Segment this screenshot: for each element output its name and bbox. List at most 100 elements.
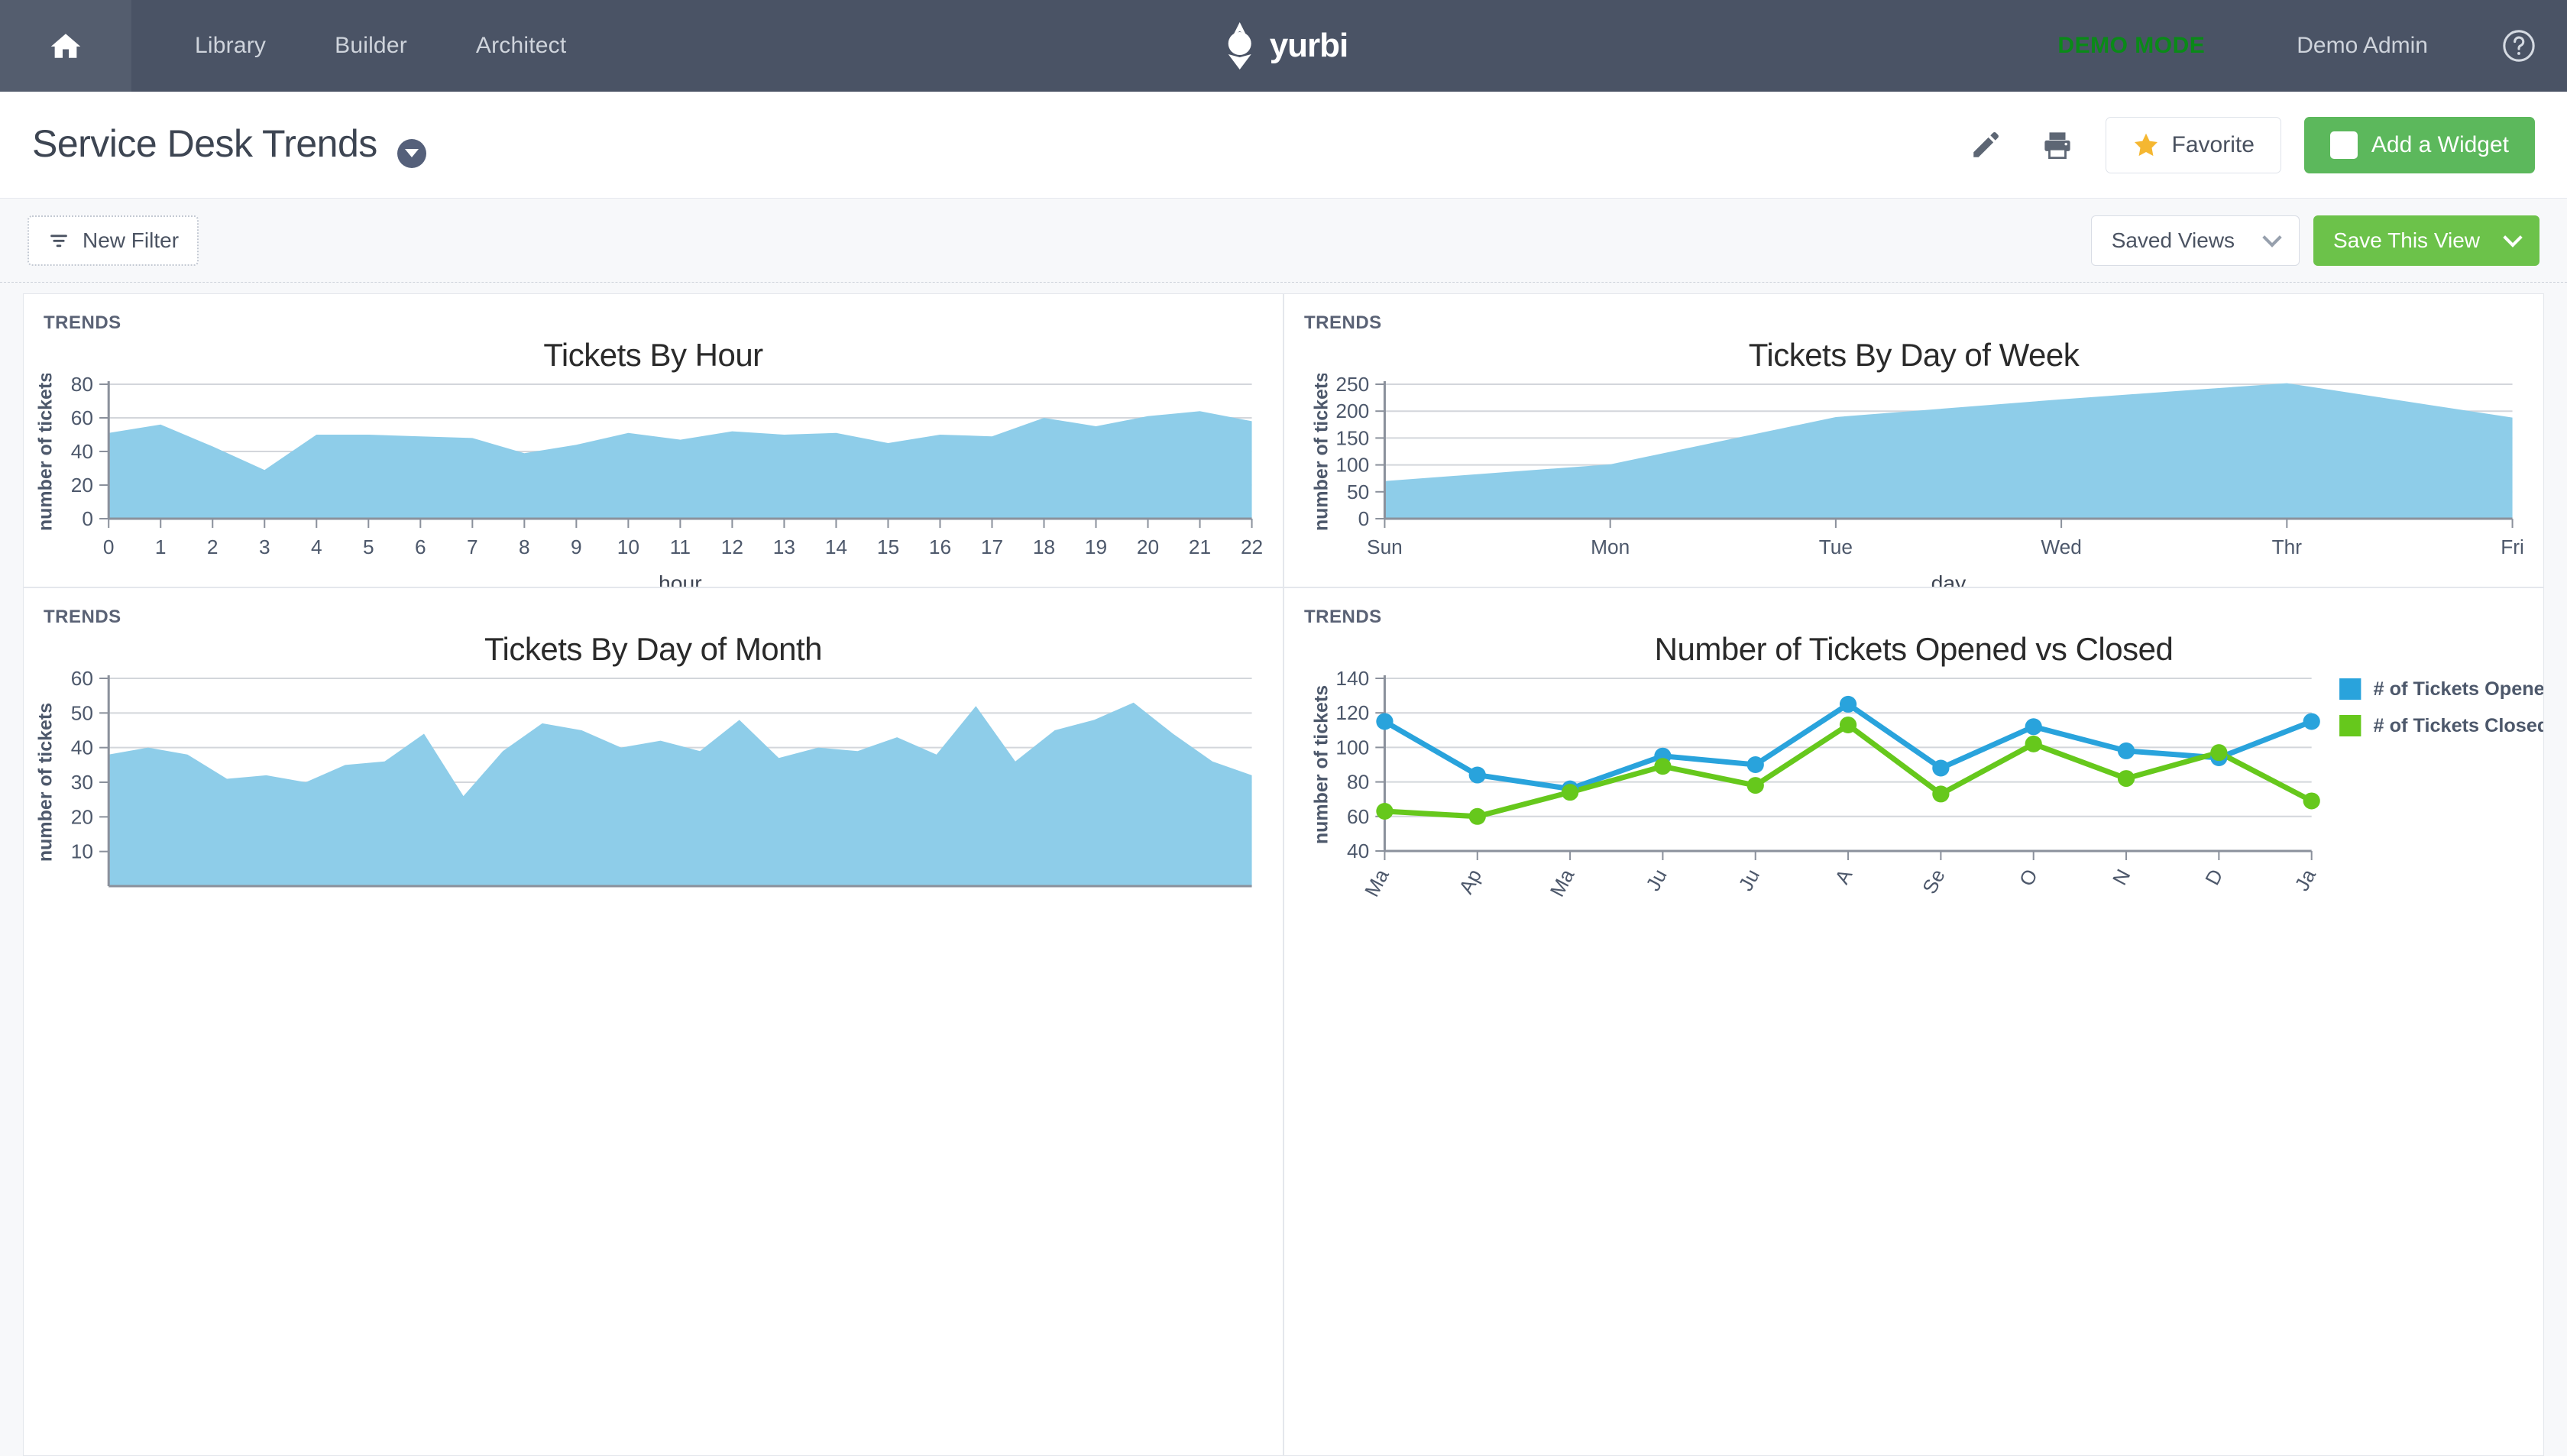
widget-card-tickets-by-hour[interactable]: TRENDS Tickets By Hour 02040608001234567… xyxy=(23,293,1284,587)
svg-text:120: 120 xyxy=(1335,701,1369,724)
filter-icon xyxy=(47,231,70,251)
svg-text:Mon: Mon xyxy=(1591,535,1630,558)
svg-text:Tue: Tue xyxy=(1819,535,1853,558)
print-button[interactable] xyxy=(2022,129,2093,161)
svg-text:80: 80 xyxy=(71,374,93,396)
filter-bar: New Filter Saved Views Save This View xyxy=(0,199,2567,283)
nav-link-builder[interactable]: Builder xyxy=(300,33,442,59)
svg-text:80: 80 xyxy=(1347,771,1369,794)
nav-link-architect[interactable]: Architect xyxy=(442,33,601,59)
chart-tickets-by-day-of-month[interactable]: 102030405060number of tickets xyxy=(24,668,1283,897)
chevron-down-icon xyxy=(2262,228,2281,247)
svg-text:150: 150 xyxy=(1335,427,1369,450)
svg-text:50: 50 xyxy=(71,701,93,724)
svg-text:40: 40 xyxy=(71,440,93,463)
svg-text:Ja: Ja xyxy=(2290,865,2320,895)
save-this-view-button[interactable]: Save This View xyxy=(2313,215,2539,266)
saved-views-dropdown[interactable]: Saved Views xyxy=(2091,215,2300,266)
nav-link-library[interactable]: Library xyxy=(160,33,300,59)
page-actions: Favorite + Add a Widget xyxy=(1950,117,2535,173)
svg-text:40: 40 xyxy=(1347,840,1369,862)
plus-icon: + xyxy=(2330,131,2358,159)
svg-text:200: 200 xyxy=(1335,400,1369,422)
svg-text:100: 100 xyxy=(1335,736,1369,759)
chevron-down-icon xyxy=(2503,228,2522,247)
svg-text:N: N xyxy=(2108,866,2135,889)
add-widget-button[interactable]: + Add a Widget xyxy=(2304,117,2535,173)
svg-text:Sun: Sun xyxy=(1367,535,1403,558)
chart-tickets-opened-vs-closed[interactable]: 406080100120140MaApMaJuJuASeONDJanumber … xyxy=(1284,668,2543,897)
demo-mode-badge: DEMO MODE xyxy=(2012,33,2251,59)
svg-text:number of tickets: number of tickets xyxy=(1310,685,1332,844)
view-controls: Saved Views Save This View xyxy=(2091,215,2539,266)
svg-text:60: 60 xyxy=(71,406,93,429)
svg-text:0: 0 xyxy=(82,507,93,530)
svg-text:250: 250 xyxy=(1335,374,1369,396)
widget-category-label: TRENDS xyxy=(44,312,121,334)
page-title: Service Desk Trends xyxy=(32,122,377,165)
widget-card-tickets-by-day-of-week[interactable]: TRENDS Tickets By Day of Week 0501001502… xyxy=(1284,293,2544,587)
svg-text:3: 3 xyxy=(259,535,270,558)
help-circle-icon[interactable] xyxy=(2501,28,2536,63)
svg-text:1: 1 xyxy=(155,535,167,558)
user-menu[interactable]: Demo Admin xyxy=(2251,33,2474,59)
svg-text:10: 10 xyxy=(617,535,639,558)
svg-text:30: 30 xyxy=(71,771,93,794)
svg-text:Ma: Ma xyxy=(1546,865,1579,897)
svg-text:13: 13 xyxy=(773,535,795,558)
svg-text:2: 2 xyxy=(207,535,219,558)
page-title-dropdown-icon[interactable] xyxy=(397,139,426,168)
svg-text:20: 20 xyxy=(1137,535,1159,558)
chart-title: Number of Tickets Opened vs Closed xyxy=(1284,588,2543,668)
nav-links: Library Builder Architect xyxy=(131,0,600,92)
nav-right-group: DEMO MODE Demo Admin xyxy=(2012,0,2567,92)
widget-category-label: TRENDS xyxy=(44,607,121,628)
svg-text:# of Tickets Closed: # of Tickets Closed xyxy=(2374,715,2543,736)
svg-text:Ap: Ap xyxy=(1454,866,1486,897)
svg-text:9: 9 xyxy=(571,535,582,558)
svg-text:6: 6 xyxy=(415,535,426,558)
yurbi-mark-icon xyxy=(1219,22,1261,70)
svg-text:O: O xyxy=(2015,866,2042,890)
save-this-view-label: Save This View xyxy=(2333,228,2480,253)
widget-card-tickets-opened-vs-closed[interactable]: TRENDS Number of Tickets Opened vs Close… xyxy=(1284,587,2544,1456)
home-button[interactable] xyxy=(0,0,131,92)
svg-text:0: 0 xyxy=(103,535,115,558)
svg-text:Thr: Thr xyxy=(2272,535,2303,558)
svg-text:4: 4 xyxy=(311,535,322,558)
widget-category-label: TRENDS xyxy=(1304,312,1382,334)
brand-logo[interactable]: yurbi xyxy=(1219,22,1348,70)
widget-category-label: TRENDS xyxy=(1304,607,1382,628)
chart-tickets-by-day-of-week[interactable]: 050100150200250SunMonTueWedThrFridaynumb… xyxy=(1284,374,2543,587)
printer-icon xyxy=(2041,129,2073,161)
top-navigation-bar: Library Builder Architect yurbi DEMO MOD… xyxy=(0,0,2567,92)
chart-title: Tickets By Day of Month xyxy=(24,588,1283,668)
svg-text:0: 0 xyxy=(1358,507,1370,530)
svg-text:7: 7 xyxy=(467,535,478,558)
dashboard-grid: TRENDS Tickets By Hour 02040608001234567… xyxy=(0,283,2567,1456)
add-widget-label: Add a Widget xyxy=(2371,132,2509,158)
new-filter-label: New Filter xyxy=(83,228,179,253)
svg-text:19: 19 xyxy=(1085,535,1107,558)
svg-text:100: 100 xyxy=(1335,454,1369,477)
star-icon xyxy=(2132,131,2160,159)
chart-title: Tickets By Day of Week xyxy=(1284,294,2543,374)
svg-text:140: 140 xyxy=(1335,668,1369,690)
new-filter-button[interactable]: New Filter xyxy=(28,215,199,266)
svg-text:20: 20 xyxy=(71,474,93,497)
widget-card-tickets-by-day-of-month[interactable]: TRENDS Tickets By Day of Month 102030405… xyxy=(23,587,1284,1456)
svg-text:5: 5 xyxy=(363,535,374,558)
svg-text:17: 17 xyxy=(981,535,1003,558)
svg-text:Fri: Fri xyxy=(2501,535,2524,558)
page-title-bar: Service Desk Trends xyxy=(0,92,2567,199)
svg-text:15: 15 xyxy=(877,535,899,558)
brand-name: yurbi xyxy=(1270,27,1348,65)
svg-text:A: A xyxy=(1831,865,1857,888)
svg-text:8: 8 xyxy=(519,535,530,558)
edit-dashboard-button[interactable] xyxy=(1950,129,2022,161)
pencil-icon xyxy=(1970,129,2002,161)
svg-text:21: 21 xyxy=(1189,535,1211,558)
svg-text:Ju: Ju xyxy=(1641,866,1672,895)
favorite-button[interactable]: Favorite xyxy=(2106,117,2281,173)
chart-tickets-by-hour[interactable]: 0204060800123456789101112131415161718192… xyxy=(24,374,1283,587)
